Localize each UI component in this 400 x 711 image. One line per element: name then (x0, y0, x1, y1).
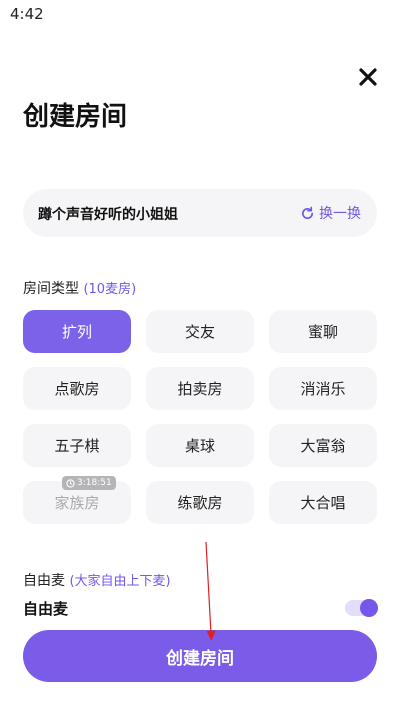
close-button[interactable] (355, 64, 381, 90)
room-type-label: 房间类型 (10麦房) (23, 278, 136, 298)
room-type-liange[interactable]: 练歌房 (146, 481, 254, 524)
refresh-label: 换一换 (319, 206, 361, 222)
refresh-icon (302, 206, 314, 219)
timer-badge: 3:18:51 (62, 476, 116, 490)
room-type-title: 房间类型 (23, 281, 79, 297)
room-type-xiaoxiaole[interactable]: 消消乐 (269, 367, 377, 410)
create-room-button[interactable]: 创建房间 (23, 630, 377, 682)
timer-text: 3:18:51 (77, 478, 112, 488)
room-type-jiaoyou[interactable]: 交友 (146, 310, 254, 353)
refresh-name-button[interactable]: 换一换 (300, 203, 361, 223)
room-type-miliao[interactable]: 蜜聊 (269, 310, 377, 353)
free-mic-toggle[interactable] (345, 599, 378, 617)
free-mic-row-label: 自由麦 (23, 600, 69, 618)
room-type-kuolie[interactable]: 扩列 (23, 310, 131, 353)
status-bar: 4:42 (0, 0, 400, 28)
room-type-dafuweng[interactable]: 大富翁 (269, 424, 377, 467)
room-name-value: 蹲个声音好听的小姐姐 (38, 207, 178, 223)
room-type-wuziqi[interactable]: 五子棋 (23, 424, 131, 467)
room-type-dahechang[interactable]: 大合唱 (269, 481, 377, 524)
room-type-zhuoqiu[interactable]: 桌球 (146, 424, 254, 467)
status-time: 4:42 (10, 5, 44, 23)
close-icon (359, 68, 377, 86)
free-mic-label: 自由麦 (大家自由上下麦) (23, 570, 171, 590)
annotation-arrow-icon (205, 541, 216, 641)
room-type-paimai[interactable]: 拍卖房 (146, 367, 254, 410)
room-type-sub: (10麦房) (83, 282, 137, 297)
toggle-knob (360, 599, 378, 617)
clock-icon (66, 478, 75, 488)
free-mic-title: 自由麦 (23, 573, 65, 589)
page-title: 创建房间 (23, 102, 128, 132)
room-type-diange[interactable]: 点歌房 (23, 367, 131, 410)
room-name-field[interactable]: 蹲个声音好听的小姐姐 换一换 (23, 189, 377, 237)
room-type-grid: 扩列 交友 蜜聊 点歌房 拍卖房 消消乐 五子棋 桌球 大富翁 家族房 练歌房 … (23, 310, 379, 524)
free-mic-sub: (大家自由上下麦) (69, 574, 171, 589)
